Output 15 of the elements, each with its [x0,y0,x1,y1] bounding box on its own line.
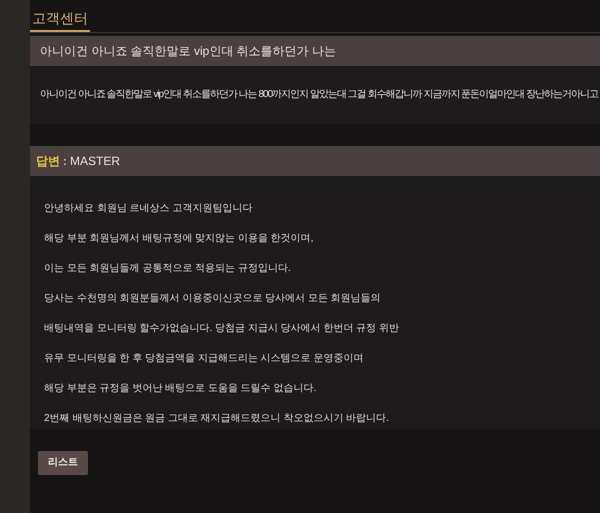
answer-line: 안녕하세요 회원님 르네상스 고객지원팀입니다 [44,202,254,215]
answer-line: 배팅내역을 모니터링 할수가없습니다. 당첨금 지급시 당사에서 한번더 규정 위반 [44,322,400,335]
answer-line: 당사는 수천명의 회원분들께서 이용중이신곳으로 당사에서 모든 회원님들의 [44,292,382,305]
question-body: 아니이건 아니죠 솔직한말로 vip인대 취소를하던가 나는 800까지인지 알았는대 그걸 회수해갑니까 지금까지 푼돈이얼마인대 장난하는거아니고 [40,88,598,102]
answer-line: 해당 부분 회원님께서 배팅규정에 맞지않는 이용을 한것이며, [44,232,314,245]
answer-line: 해당 부분은 규정을 벗어난 배팅으로 도움을 드릴수 없습니다. [44,382,318,395]
separator-colon: : [62,153,68,169]
answer-author: MASTER [70,153,120,169]
list-button[interactable]: 리스트 [38,451,88,475]
question-title: 아니이건 아니죠 솔직한말로 vip인대 취소를하던가 나는 [39,43,338,60]
answer-line: 이는 모든 회원님들께 공통적으로 적용되는 규정입니다. [44,262,292,275]
answer-line: 2번째 배팅하신원금은 원금 그대로 재지급해드렸으니 착오없으시기 바랍니다. [44,412,390,425]
page-title: 고객센터 [30,9,90,32]
answer-label: 답변 [36,153,60,169]
answer-line: 유무 모니터링을 한 후 당첨금액을 지급해드리는 시스템으로 운영중이며 [44,352,364,365]
